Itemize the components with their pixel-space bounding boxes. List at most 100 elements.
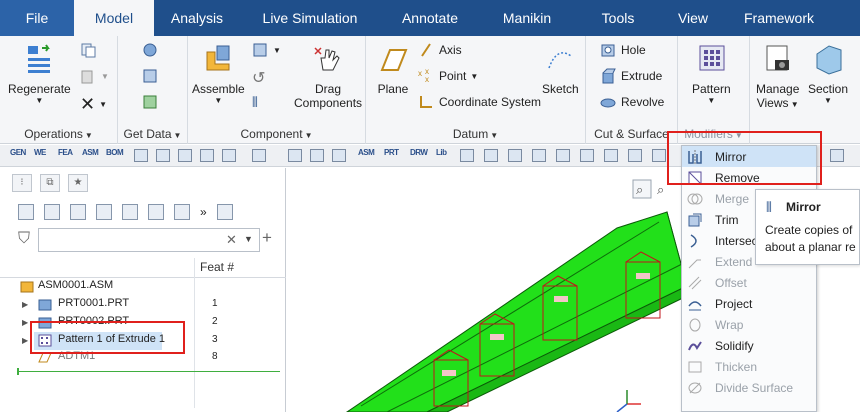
thicken-menu-item[interactable]: Thicken	[682, 356, 816, 377]
tab-model[interactable]: Model	[74, 0, 154, 36]
tab-manikin[interactable]: Manikin	[480, 0, 574, 36]
sketch-icon	[543, 42, 577, 78]
expand-icon[interactable]: ▶	[22, 318, 28, 327]
favorites-tab[interactable]: ★	[68, 174, 88, 192]
view-icon[interactable]	[580, 149, 594, 162]
display-filter-icon[interactable]	[18, 204, 34, 220]
chevron-down-icon[interactable]: ▼	[244, 234, 253, 244]
section-button[interactable]: Section ▼	[808, 42, 848, 105]
tree-layers-icon[interactable]	[96, 204, 112, 220]
hole-button[interactable]: Hole	[600, 42, 646, 58]
insert-here-marker[interactable]	[18, 371, 280, 372]
tree-row-part[interactable]: ▶ PRT0001.PRT 1	[0, 296, 286, 314]
expand-icon[interactable]: ▶	[22, 336, 28, 345]
tab-analysis[interactable]: Analysis	[154, 0, 240, 36]
create-component-button[interactable]: ▼	[252, 42, 281, 58]
fea-tool-button[interactable]: FEA	[58, 148, 73, 157]
edit-icon[interactable]	[332, 149, 346, 162]
tool-icon[interactable]	[628, 149, 642, 162]
tree-filter-icon[interactable]	[122, 204, 138, 220]
undo-icon[interactable]	[252, 149, 266, 162]
copy-button[interactable]	[80, 42, 101, 58]
toolbar-tool-icon[interactable]	[134, 149, 148, 162]
asm-template-button[interactable]: ASM	[358, 148, 375, 157]
view-icon[interactable]	[484, 149, 498, 162]
view-icon[interactable]	[532, 149, 546, 162]
tool-icon[interactable]	[652, 149, 666, 162]
axis-button[interactable]: Axis	[418, 42, 462, 58]
tool-icon[interactable]	[830, 149, 844, 162]
revolve-button[interactable]: Revolve	[600, 94, 664, 110]
cut-surface-group-label[interactable]: Cut & Surface	[586, 127, 677, 141]
save-as-icon[interactable]	[288, 149, 302, 162]
tab-live-simulation[interactable]: Live Simulation	[240, 0, 380, 36]
wrap-menu-item[interactable]: Wrap	[682, 314, 816, 335]
print-icon[interactable]	[310, 149, 324, 162]
tree-settings-icon[interactable]	[148, 204, 164, 220]
tab-file[interactable]: File	[0, 0, 74, 36]
feat-number-column-header[interactable]: Feat #	[200, 260, 234, 274]
tree-row-assembly[interactable]: ASM0001.ASM	[0, 278, 286, 296]
more-icon[interactable]: »	[200, 205, 207, 219]
view-icon[interactable]	[460, 149, 474, 162]
get-data-group-label[interactable]: Get Data ▼	[118, 127, 187, 141]
tree-columns-settings-icon[interactable]	[216, 204, 233, 220]
drag-components-label-1: Drag	[315, 82, 342, 96]
regenerate-button[interactable]: Regenerate ▼	[8, 42, 71, 105]
chevron-down-icon: ▼	[35, 96, 44, 105]
offset-menu-item[interactable]: Offset	[682, 272, 816, 293]
project-menu-item[interactable]: Project	[682, 293, 816, 314]
ribbon: Regenerate ▼ ▼ ✕ ▼ Operations ▼ Get Data ▼ …	[0, 36, 860, 144]
view-icon[interactable]	[508, 149, 522, 162]
coordinate-system-button[interactable]: Coordinate System	[418, 94, 541, 110]
add-icon[interactable]: +	[262, 228, 272, 248]
tree-list-icon[interactable]	[44, 204, 60, 220]
regenerate-tool-icon[interactable]	[222, 149, 236, 162]
component-group-label[interactable]: Component ▼	[188, 127, 365, 141]
drw-template-button[interactable]: DRW	[410, 148, 428, 157]
plane-button[interactable]: Plane	[376, 42, 410, 96]
pattern-button[interactable]: Pattern ▼	[692, 42, 731, 105]
project-label: Project	[715, 296, 753, 311]
datum-group-label[interactable]: Datum ▼	[366, 127, 585, 141]
model-tree-tab[interactable]: ⁝	[12, 174, 32, 192]
solidify-menu-item[interactable]: Solidify	[682, 335, 816, 356]
sketch-button[interactable]: Sketch	[542, 42, 579, 96]
assemble-button[interactable]: Assemble ▼	[192, 42, 245, 105]
divide-surface-menu-item[interactable]: Divide Surface	[682, 377, 816, 398]
extrude-button[interactable]: Extrude	[600, 68, 662, 84]
operations-group-label[interactable]: Operations ▼	[0, 127, 117, 141]
hole-icon	[600, 42, 616, 58]
expand-icon[interactable]: ▶	[22, 300, 28, 309]
open-folder-icon[interactable]	[200, 149, 214, 162]
manage-views-button[interactable]: Manage Views ▼	[756, 42, 799, 110]
prt-template-button[interactable]: PRT	[384, 148, 399, 157]
gen-tool-button[interactable]: GEN	[10, 148, 26, 157]
delete-button[interactable]: ✕ ▼	[80, 94, 107, 115]
paste-button[interactable]: ▼	[80, 68, 109, 84]
view-icon[interactable]	[556, 149, 570, 162]
tab-tools[interactable]: Tools	[574, 0, 662, 36]
drag-components-button[interactable]: Drag Components	[294, 42, 362, 110]
bom-tool-button[interactable]: BOM	[106, 148, 124, 157]
new-file-icon[interactable]	[156, 149, 170, 162]
feat-number: 1	[212, 298, 218, 309]
tree-columns-icon[interactable]	[70, 204, 86, 220]
tool-icon[interactable]	[604, 149, 618, 162]
tab-annotate[interactable]: Annotate	[380, 0, 480, 36]
asm-tool-button[interactable]: ASM	[82, 148, 99, 157]
lib-button[interactable]: Lib	[436, 148, 447, 157]
tab-framework[interactable]: Framework	[724, 0, 834, 36]
repeat-button[interactable]: ↺	[252, 68, 265, 88]
get-data-copy-geom-button[interactable]	[142, 94, 163, 110]
get-data-shrinkwrap-button[interactable]	[142, 42, 163, 58]
mirror-component-button[interactable]: ⫴	[252, 94, 258, 111]
tab-view[interactable]: View	[662, 0, 724, 36]
we-tool-button[interactable]: WE	[34, 148, 46, 157]
clear-icon[interactable]: ✕	[226, 232, 237, 248]
folder-browser-tab[interactable]: ⧉	[40, 174, 60, 192]
gear-icon[interactable]	[174, 204, 190, 220]
point-button[interactable]: x x x Point ▼	[418, 67, 478, 84]
get-data-merge-button[interactable]	[142, 68, 163, 84]
save-icon[interactable]	[178, 149, 192, 162]
